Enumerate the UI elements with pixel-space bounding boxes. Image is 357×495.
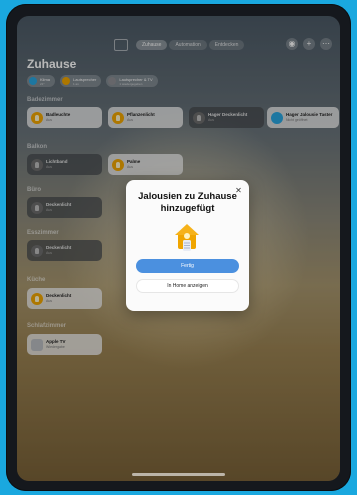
home-indicator	[132, 473, 225, 476]
house-icon	[175, 224, 199, 251]
dialog-title: Jalousien zu Zuhause hinzugefügt	[138, 191, 237, 214]
show-in-home-button[interactable]: In Home anzeigen	[136, 279, 239, 293]
done-button[interactable]: Fertig	[136, 259, 239, 273]
ipad-frame: Zuhause Automation Entdecken ◉ + ⋯ Zuhau…	[6, 4, 351, 491]
home-app-screen: Zuhause Automation Entdecken ◉ + ⋯ Zuhau…	[17, 16, 340, 481]
accessory-added-dialog: ✕ Jalousien zu Zuhause hinzugefügt Ferti…	[126, 180, 249, 311]
